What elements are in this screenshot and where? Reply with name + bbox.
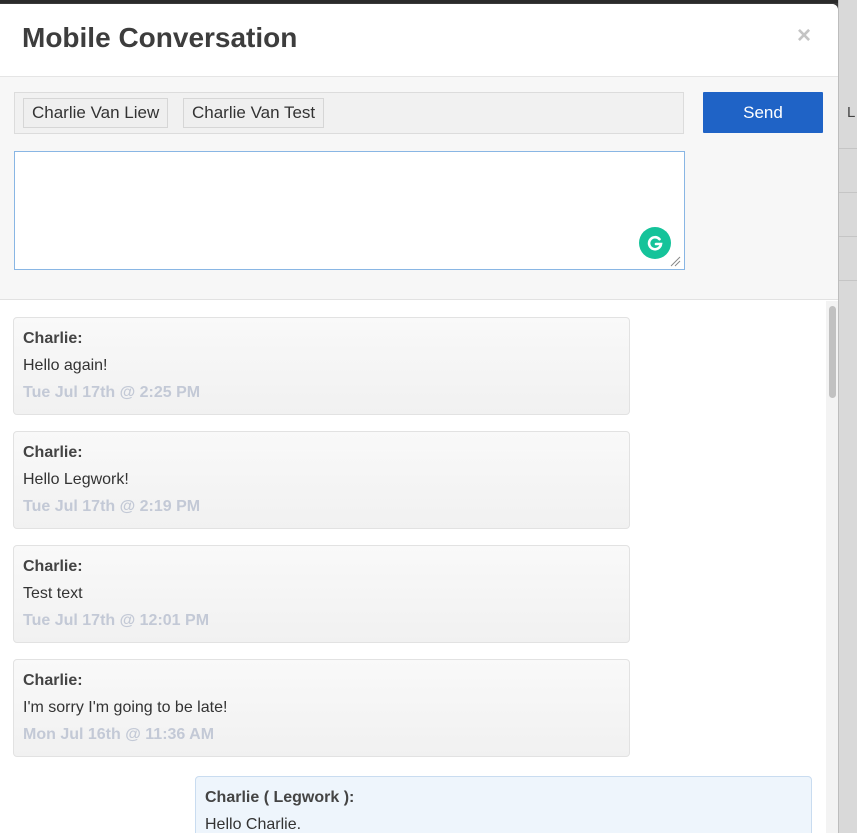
message-timestamp: Mon Jul 16th @ 11:36 AM: [23, 726, 215, 743]
divider: [839, 280, 857, 281]
divider: [839, 148, 857, 149]
message-list[interactable]: Charlie: Hello again! Tue Jul 17th @ 2:2…: [0, 301, 826, 833]
message-input[interactable]: [14, 151, 685, 270]
message-body: Hello again!: [23, 357, 108, 374]
divider: [839, 192, 857, 193]
resize-grip-icon[interactable]: [669, 255, 681, 267]
message-timestamp: Tue Jul 17th @ 12:01 PM: [23, 612, 210, 629]
window-top-edge: [0, 0, 857, 3]
dialog-header: Mobile Conversation ×: [0, 4, 838, 77]
message-body: Hello Charlie.: [205, 816, 302, 833]
message-sender: Charlie:: [23, 558, 83, 575]
recipient-chip[interactable]: Charlie Van Liew: [23, 98, 169, 128]
message-sender: Charlie:: [23, 444, 83, 461]
divider: [839, 236, 857, 237]
scrollbar-thumb[interactable]: [829, 306, 836, 398]
message-body: Test text: [23, 585, 83, 602]
close-icon[interactable]: ×: [797, 22, 811, 50]
message-bubble: Charlie: Hello again! Tue Jul 17th @ 2:2…: [13, 317, 630, 415]
message-timestamp: Tue Jul 17th @ 2:25 PM: [23, 384, 201, 401]
background-page: L: [838, 0, 857, 833]
message-body: Hello Legwork!: [23, 471, 129, 488]
recipients-field[interactable]: Charlie Van Liew Charlie Van Test: [14, 92, 684, 134]
message-bubble: Charlie: Hello Legwork! Tue Jul 17th @ 2…: [13, 431, 630, 529]
recipient-chip[interactable]: Charlie Van Test: [183, 98, 325, 128]
mobile-conversation-dialog: Mobile Conversation × Charlie Van Liew C…: [0, 4, 838, 833]
grammarly-icon[interactable]: [639, 227, 671, 259]
message-sender: Charlie:: [23, 330, 83, 347]
send-button[interactable]: Send: [703, 92, 823, 133]
message-body: I'm sorry I'm going to be late!: [23, 699, 228, 716]
message-bubble: Charlie: Test text Tue Jul 17th @ 12:01 …: [13, 545, 630, 643]
dialog-title: Mobile Conversation: [22, 22, 298, 53]
background-text: L: [847, 104, 856, 121]
compose-area: Charlie Van Liew Charlie Van Test Send: [0, 77, 838, 300]
message-timestamp: Tue Jul 17th @ 2:19 PM: [23, 498, 201, 515]
message-sender: Charlie:: [23, 672, 83, 689]
message-bubble: Charlie: I'm sorry I'm going to be late!…: [13, 659, 630, 757]
message-bubble-outgoing: Charlie ( Legwork ): Hello Charlie.: [195, 776, 812, 833]
message-sender: Charlie ( Legwork ):: [205, 789, 355, 806]
